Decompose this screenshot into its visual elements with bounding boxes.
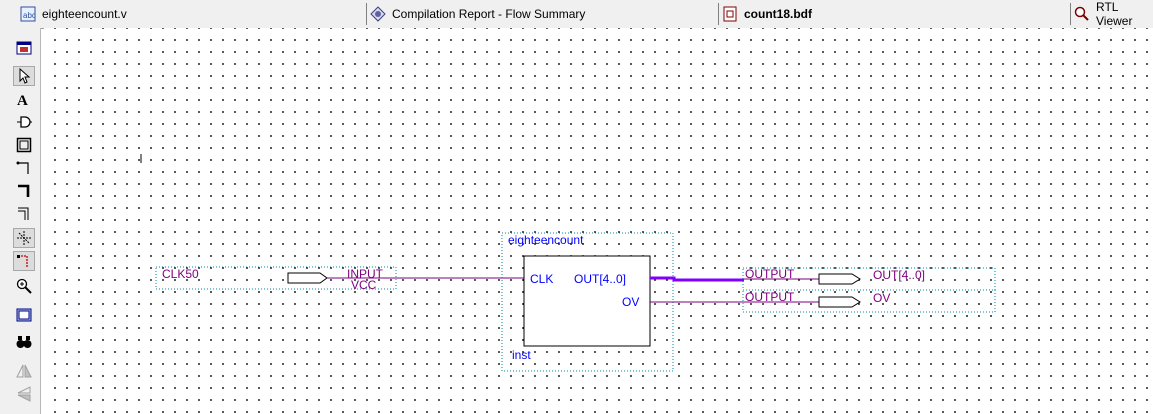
orthogonal-node-tool-icon[interactable] xyxy=(13,158,35,178)
schematic-drawing: CLK50 INPUT VCC eighteencount inst CLK O… xyxy=(140,154,996,372)
block-editor-toolbar: A xyxy=(0,28,41,414)
tab-separator xyxy=(718,3,719,25)
tab-separator xyxy=(366,3,367,25)
flip-horizontal-icon[interactable] xyxy=(13,361,35,381)
text-tool-icon[interactable]: A xyxy=(13,89,35,109)
port-ov-label: OV xyxy=(622,295,639,309)
input-pin-symbol xyxy=(287,272,328,284)
orthogonal-conduit-tool-icon[interactable] xyxy=(13,204,35,224)
svg-text:A: A xyxy=(17,93,28,107)
port-clk-label: CLK xyxy=(530,272,553,286)
output-pin-type: OUTPUT xyxy=(745,267,795,281)
orthogonal-bus-tool-icon[interactable] xyxy=(13,181,35,201)
tab-label: Compilation Report - Flow Summary xyxy=(392,7,586,21)
bus-out[interactable] xyxy=(650,276,744,282)
port-out-label: OUT[4..0] xyxy=(574,272,626,286)
flip-vertical-icon[interactable] xyxy=(13,384,35,404)
tab-label: eighteencount.v xyxy=(42,7,127,21)
input-pin-name: CLK50 xyxy=(162,267,199,281)
use-rubberbanding-icon[interactable] xyxy=(13,228,35,248)
rtl-viewer-icon xyxy=(1074,6,1090,22)
report-icon xyxy=(370,6,386,22)
output-pin-symbol xyxy=(818,296,861,308)
input-pin-default: VCC xyxy=(351,278,377,292)
tab-rtl-viewer[interactable]: RTL Viewer xyxy=(1070,0,1153,28)
output-pin-symbol xyxy=(818,273,861,285)
block-name: eighteencount xyxy=(508,233,584,247)
document-tab-bar: abc eighteencount.v Compilation Report -… xyxy=(0,0,1153,29)
input-pin-clk50[interactable]: CLK50 INPUT VCC xyxy=(155,266,397,292)
tab-eighteencount-v[interactable]: abc eighteencount.v xyxy=(20,2,127,26)
symbol-tool-icon[interactable] xyxy=(13,112,35,132)
output-pin-name: OV xyxy=(873,291,890,305)
output-pin-type: OUTPUT xyxy=(745,290,795,304)
output-pin-out[interactable]: OUTPUT OUT[4..0] xyxy=(742,267,996,291)
partial-line-selection-icon[interactable] xyxy=(13,251,35,271)
block-instance: inst xyxy=(512,348,531,362)
block-tool-icon[interactable] xyxy=(13,135,35,155)
output-pin-ov[interactable]: OUTPUT OV xyxy=(742,289,996,313)
schematic-canvas[interactable]: CLK50 INPUT VCC eighteencount inst CLK O… xyxy=(44,28,1153,414)
block-eighteencount[interactable]: eighteencount inst CLK OUT[4..0] OV xyxy=(501,232,674,372)
output-pin-name: OUT[4..0] xyxy=(873,268,925,282)
find-icon[interactable] xyxy=(13,332,35,352)
verilog-file-icon: abc xyxy=(20,6,36,22)
tab-compilation-report[interactable]: Compilation Report - Flow Summary xyxy=(366,2,586,26)
svg-text:abc: abc xyxy=(23,11,36,20)
tab-label: count18.bdf xyxy=(744,7,812,21)
full-screen-icon[interactable] xyxy=(13,305,35,325)
tab-label: RTL Viewer xyxy=(1096,0,1133,28)
window-detach-icon[interactable] xyxy=(13,38,35,58)
tab-separator xyxy=(1070,3,1071,25)
bdf-file-icon xyxy=(722,6,738,22)
tab-count18-bdf[interactable]: count18.bdf xyxy=(718,2,812,26)
zoom-tool-icon[interactable] xyxy=(13,276,35,296)
selection-tool-icon[interactable] xyxy=(13,66,35,86)
